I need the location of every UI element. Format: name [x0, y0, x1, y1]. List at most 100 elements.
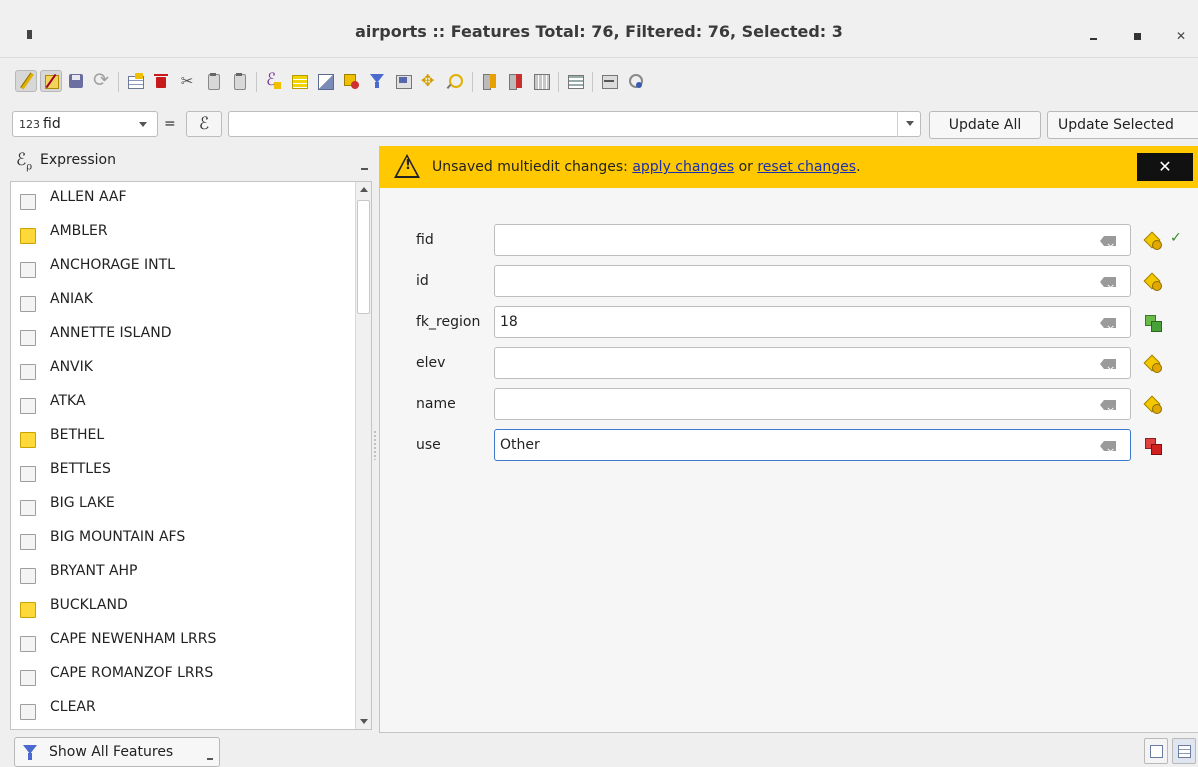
multiedit-status-icon[interactable] — [1144, 437, 1162, 455]
field-input[interactable]: Other — [494, 429, 1131, 461]
update-selected-button[interactable]: Update Selected — [1047, 111, 1198, 139]
expression-display-selector[interactable]: ℰρ Expression — [10, 146, 372, 180]
close-window-icon[interactable]: ✕ — [1176, 29, 1186, 43]
list-item[interactable]: BIG LAKE — [11, 488, 351, 522]
move-selection-to-top-button[interactable] — [392, 70, 414, 92]
field-calculator-button[interactable] — [530, 70, 552, 92]
list-item[interactable]: BIG MOUNTAIN AFS — [11, 522, 351, 556]
list-item[interactable]: BETTLES — [11, 454, 351, 488]
clear-field-icon[interactable] — [1100, 236, 1116, 246]
clear-field-icon[interactable] — [1100, 277, 1116, 287]
selection-checkbox[interactable] — [20, 398, 36, 414]
expression-history-dropdown[interactable] — [897, 111, 921, 137]
expression-input[interactable] — [228, 111, 921, 137]
deselect-all-button[interactable] — [340, 70, 362, 92]
list-item[interactable]: ATKA — [11, 386, 351, 420]
list-item[interactable]: ANNETTE ISLAND — [11, 318, 351, 352]
list-item-label: ATKA — [50, 393, 86, 409]
selection-checkbox[interactable] — [20, 670, 36, 686]
scrollbar-thumb[interactable] — [357, 200, 370, 314]
list-item[interactable]: CAPE ROMANZOF LRRS — [11, 658, 351, 692]
selection-checkbox[interactable] — [20, 568, 36, 584]
zoom-icon — [447, 73, 463, 89]
field-input[interactable] — [494, 347, 1131, 379]
toggle-editing-button[interactable] — [15, 70, 37, 92]
list-item[interactable]: ANIAK — [11, 284, 351, 318]
selection-checkbox[interactable] — [20, 330, 36, 346]
multiedit-status-icon[interactable] — [1144, 232, 1162, 250]
selection-checkbox[interactable] — [20, 262, 36, 278]
multiedit-status-icon[interactable] — [1144, 314, 1162, 332]
selection-checkbox[interactable] — [20, 636, 36, 652]
dock-table-button[interactable] — [624, 70, 646, 92]
scroll-up-icon[interactable] — [360, 187, 368, 192]
table-view-button[interactable] — [1172, 738, 1196, 764]
multiedit-status-icon[interactable] — [1144, 273, 1162, 291]
select-by-expression-button[interactable] — [262, 70, 284, 92]
selection-checkbox[interactable] — [20, 602, 36, 618]
conditional-formatting-button[interactable] — [564, 70, 586, 92]
list-item[interactable]: ANVIK — [11, 352, 351, 386]
list-item[interactable]: ANCHORAGE INTL — [11, 250, 351, 284]
delete-feature-button[interactable] — [150, 70, 172, 92]
field-input[interactable] — [494, 265, 1131, 297]
clear-field-icon[interactable] — [1100, 400, 1116, 410]
field-input[interactable]: 18 — [494, 306, 1131, 338]
maximize-icon[interactable] — [1134, 33, 1141, 40]
selection-checkbox[interactable] — [20, 704, 36, 720]
zoom-to-selection-button[interactable] — [444, 70, 466, 92]
copy-button[interactable] — [202, 70, 224, 92]
selection-checkbox[interactable] — [20, 432, 36, 448]
add-feature-button[interactable] — [124, 70, 146, 92]
list-item-label: ANNETTE ISLAND — [50, 325, 172, 341]
list-item[interactable]: CAPE NEWENHAM LRRS — [11, 624, 351, 658]
save-edits-button[interactable] — [65, 70, 87, 92]
field-select[interactable]: 123 fid — [12, 111, 158, 137]
clear-field-icon[interactable] — [1100, 318, 1116, 328]
field-label: fid — [416, 232, 434, 248]
reset-changes-link[interactable]: reset changes — [757, 159, 856, 175]
paste-button[interactable] — [228, 70, 250, 92]
scroll-down-icon[interactable] — [360, 719, 368, 724]
selection-checkbox[interactable] — [20, 534, 36, 550]
close-message-button[interactable]: ✕ — [1137, 153, 1193, 181]
selection-checkbox[interactable] — [20, 500, 36, 516]
form-view-button[interactable] — [1144, 738, 1168, 764]
list-scrollbar[interactable] — [355, 182, 371, 729]
actions-button[interactable] — [598, 70, 620, 92]
multiedit-status-icon[interactable] — [1144, 396, 1162, 414]
pan-to-selection-button[interactable] — [418, 70, 440, 92]
cut-button[interactable]: ✂ — [176, 70, 198, 92]
panel-splitter[interactable] — [373, 430, 377, 460]
list-item[interactable]: AMBLER — [11, 216, 351, 250]
filter-selected-button[interactable] — [366, 70, 388, 92]
select-all-button[interactable] — [288, 70, 310, 92]
selection-checkbox[interactable] — [20, 466, 36, 482]
list-item[interactable]: BETHEL — [11, 420, 351, 454]
field-input[interactable] — [494, 388, 1131, 420]
field-input[interactable] — [494, 224, 1131, 256]
toolbar-separator — [558, 72, 559, 92]
update-all-button[interactable]: Update All — [929, 111, 1041, 139]
clear-field-icon[interactable] — [1100, 359, 1116, 369]
delete-field-button[interactable] — [504, 70, 526, 92]
multiedit-status-icon[interactable] — [1144, 355, 1162, 373]
apply-changes-link[interactable]: apply changes — [632, 159, 734, 175]
selection-checkbox[interactable] — [20, 364, 36, 380]
selection-checkbox[interactable] — [20, 296, 36, 312]
show-all-features-button[interactable]: Show All Features — [14, 737, 220, 767]
reload-button[interactable] — [90, 69, 112, 92]
expression-builder-button[interactable]: ℰ — [186, 111, 222, 137]
multi-edit-button[interactable] — [40, 70, 62, 92]
new-field-button[interactable] — [478, 70, 500, 92]
list-item[interactable]: ALLEN AAF — [11, 182, 351, 216]
copy-icon — [205, 73, 221, 90]
minimize-icon[interactable] — [1090, 38, 1097, 40]
list-item[interactable]: CLEAR — [11, 692, 351, 726]
list-item[interactable]: BUCKLAND — [11, 590, 351, 624]
selection-checkbox[interactable] — [20, 228, 36, 244]
list-item[interactable]: BRYANT AHP — [11, 556, 351, 590]
invert-selection-button[interactable] — [314, 70, 336, 92]
selection-checkbox[interactable] — [20, 194, 36, 210]
clear-field-icon[interactable] — [1100, 441, 1116, 451]
